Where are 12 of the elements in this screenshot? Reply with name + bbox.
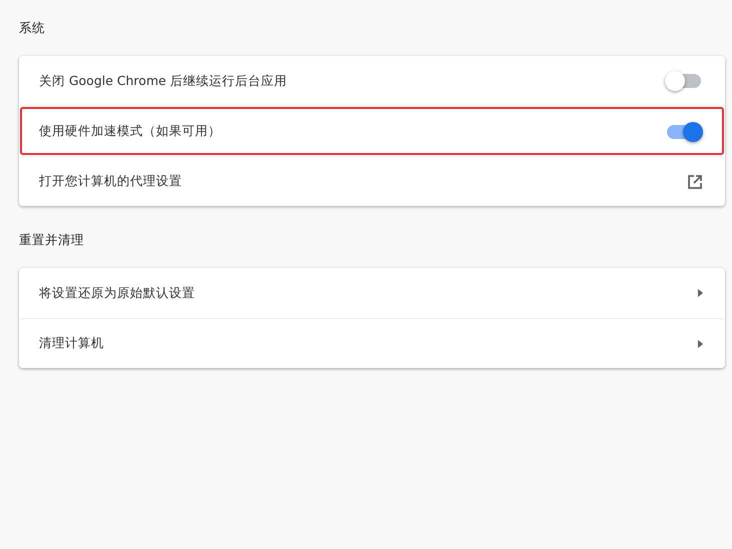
toggle-switch[interactable] <box>667 124 701 138</box>
setting-label: 使用硬件加速模式（如果可用） <box>39 123 222 140</box>
setting-label: 打开您计算机的代理设置 <box>39 173 183 190</box>
caret-icon[interactable] <box>698 340 703 348</box>
toggle-switch[interactable] <box>667 74 701 88</box>
external-link-icon[interactable] <box>687 174 703 190</box>
caret-icon[interactable] <box>698 289 703 297</box>
setting-label: 将设置还原为原始默认设置 <box>39 284 196 302</box>
setting-label: 关闭 Google Chrome 后继续运行后台应用 <box>39 72 288 90</box>
section-title: 重置并清理 <box>19 232 85 249</box>
setting-label: 清理计算机 <box>39 335 105 352</box>
section-title: 系统 <box>19 20 46 37</box>
